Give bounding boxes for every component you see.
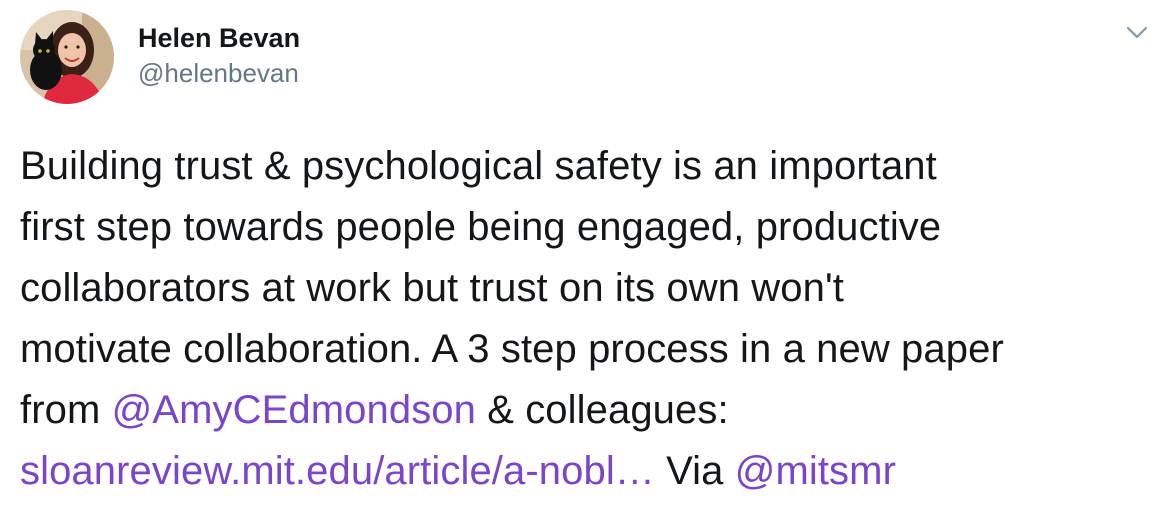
mention-amycedmondson[interactable]: @AmyCEdmondson (112, 388, 476, 432)
author-info[interactable]: Helen Bevan @helenbevan (138, 22, 300, 89)
text-colleagues: & colleagues: (476, 388, 729, 432)
chevron-down-icon (1126, 26, 1148, 39)
tweet-card: Helen Bevan @helenbevan Building trust &… (0, 0, 1173, 512)
author-avatar[interactable] (20, 10, 114, 104)
text-from: from (20, 388, 112, 432)
tweet-text-line-5: from @AmyCEdmondson & colleagues: (20, 380, 1160, 441)
article-link[interactable]: sloanreview.mit.edu/article/a-nobl… (20, 449, 655, 493)
tweet-text: Building trust & psychological safety is… (20, 136, 1160, 502)
tweet-menu-button[interactable] (1122, 20, 1152, 46)
tweet-text-line-6: sloanreview.mit.edu/article/a-nobl… Via … (20, 441, 1160, 502)
author-handle[interactable]: @helenbevan (138, 57, 300, 89)
tweet-text-line-4: motivate collaboration. A 3 step process… (20, 327, 1004, 371)
tweet-text-line-1: Building trust & psychological safety is… (20, 144, 937, 188)
author-display-name[interactable]: Helen Bevan (138, 22, 300, 54)
text-via: Via (654, 449, 735, 493)
tweet-text-line-2: first step towards people being engaged,… (20, 205, 942, 249)
profile-photo-avatar (20, 10, 114, 104)
mention-mitsmr[interactable]: @mitsmr (735, 449, 896, 493)
tweet-text-line-3: collaborators at work but trust on its o… (20, 266, 844, 310)
